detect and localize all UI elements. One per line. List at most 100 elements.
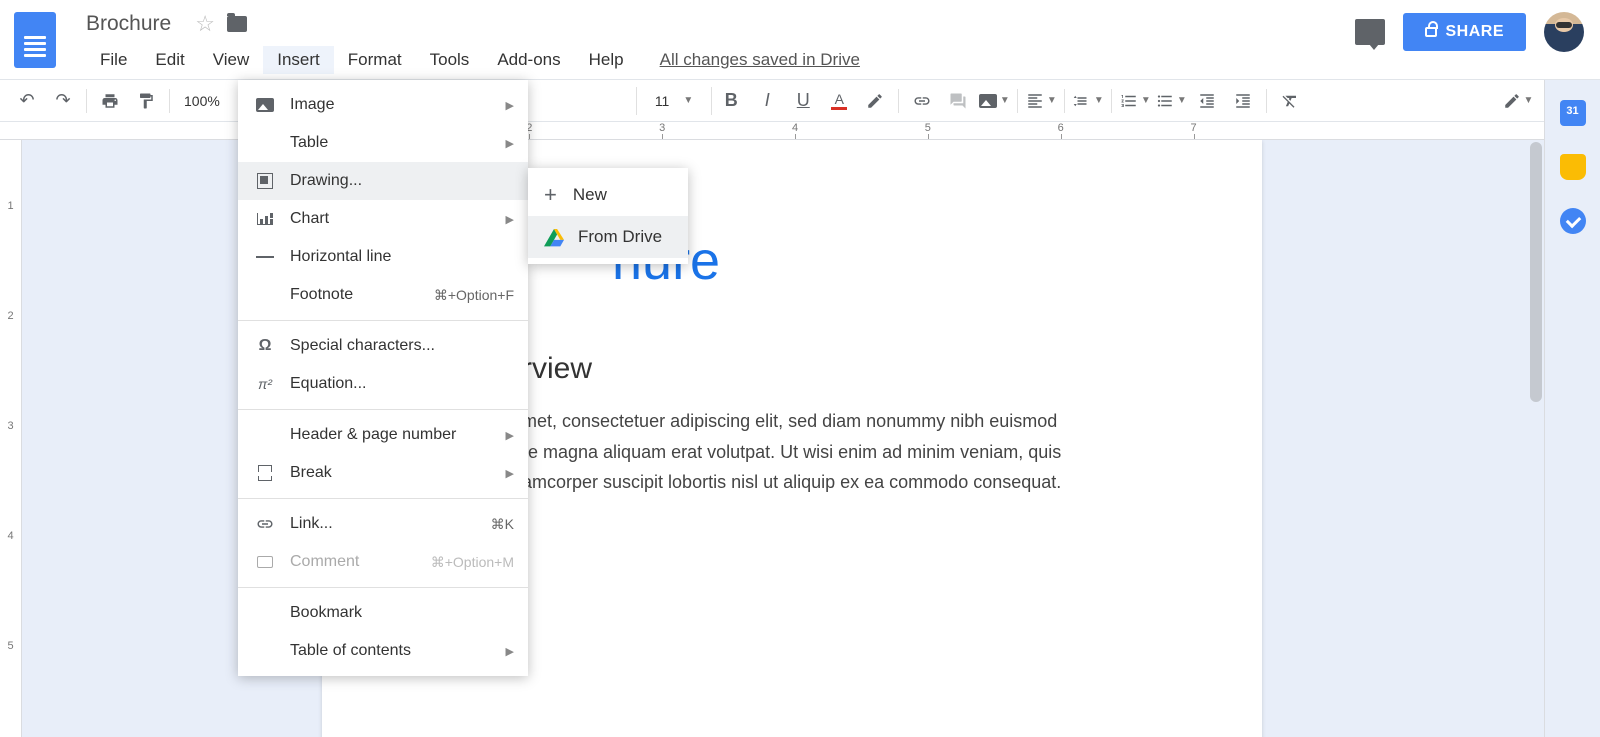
tasks-icon[interactable] xyxy=(1560,208,1586,234)
arrow-right-icon: ▶ xyxy=(506,645,514,658)
editing-mode-button[interactable]: ▼ xyxy=(1501,85,1535,117)
menu-insert[interactable]: Insert xyxy=(263,46,334,74)
menu-file[interactable]: File xyxy=(86,46,141,74)
menu-edit[interactable]: Edit xyxy=(141,46,198,74)
shortcut-text: ⌘+Option+M xyxy=(431,554,514,571)
underline-button[interactable]: U xyxy=(786,85,820,117)
menu-separator xyxy=(238,587,528,588)
vruler-mark: 2 xyxy=(0,310,21,311)
menubar: File Edit View Insert Format Tools Add-o… xyxy=(86,46,860,74)
arrow-right-icon: ▶ xyxy=(506,213,514,226)
image-icon xyxy=(979,94,997,108)
drawing-submenu: + New From Drive xyxy=(528,168,688,264)
vertical-ruler[interactable]: 1 2 3 4 5 xyxy=(0,140,22,737)
increase-indent-button[interactable] xyxy=(1226,85,1260,117)
user-avatar[interactable] xyxy=(1544,12,1584,52)
calendar-icon[interactable] xyxy=(1560,100,1586,126)
toolbar-separator xyxy=(1111,89,1112,113)
chevron-down-icon: ▼ xyxy=(683,95,693,106)
chart-icon xyxy=(252,213,278,225)
chevron-down-icon: ▼ xyxy=(1047,95,1057,106)
menu-item-chart[interactable]: Chart ▶ xyxy=(238,200,528,238)
document-title[interactable]: Brochure xyxy=(86,12,171,36)
toolbar-separator xyxy=(1017,89,1018,113)
menu-item-table-of-contents[interactable]: Table of contents ▶ xyxy=(238,632,528,670)
align-button[interactable]: ▼ xyxy=(1024,85,1058,117)
italic-button[interactable]: I xyxy=(750,85,784,117)
line-spacing-button[interactable]: ▼ xyxy=(1071,85,1105,117)
menu-separator xyxy=(238,320,528,321)
menu-help[interactable]: Help xyxy=(575,46,638,74)
clear-formatting-button[interactable] xyxy=(1273,85,1307,117)
share-button[interactable]: SHARE xyxy=(1403,13,1526,51)
toolbar-separator xyxy=(169,89,170,113)
share-label: SHARE xyxy=(1445,23,1504,41)
menu-item-equation[interactable]: π² Equation... xyxy=(238,365,528,403)
menu-item-special-characters[interactable]: Ω Special characters... xyxy=(238,327,528,365)
menu-item-header-page-number[interactable]: Header & page number ▶ xyxy=(238,416,528,454)
text-color-button[interactable]: A xyxy=(822,85,856,117)
numbered-list-button[interactable]: ▼ xyxy=(1118,85,1152,117)
paint-format-button[interactable] xyxy=(129,85,163,117)
print-button[interactable] xyxy=(93,85,127,117)
menu-tools[interactable]: Tools xyxy=(416,46,484,74)
shortcut-text: ⌘+Option+F xyxy=(434,287,514,304)
save-status[interactable]: All changes saved in Drive xyxy=(660,50,860,70)
font-size-select[interactable]: 11 ▼ xyxy=(636,87,712,115)
arrow-right-icon: ▶ xyxy=(506,467,514,480)
submenu-label: New xyxy=(573,185,607,205)
comments-icon[interactable] xyxy=(1355,19,1385,45)
menu-separator xyxy=(238,409,528,410)
keep-icon[interactable] xyxy=(1560,154,1586,180)
menu-view[interactable]: View xyxy=(199,46,264,74)
highlight-button[interactable] xyxy=(858,85,892,117)
chevron-down-icon: ▼ xyxy=(1177,95,1187,106)
folder-icon[interactable] xyxy=(227,16,247,32)
arrow-right-icon: ▶ xyxy=(506,137,514,150)
ruler-mark: 5 xyxy=(925,122,931,134)
zoom-select[interactable]: 100% xyxy=(176,93,228,109)
insert-link-button[interactable] xyxy=(905,85,939,117)
shortcut-text: ⌘K xyxy=(491,516,514,533)
menu-item-drawing[interactable]: Drawing... xyxy=(238,162,528,200)
vruler-mark: 4 xyxy=(0,530,21,531)
menu-item-link[interactable]: Link... ⌘K xyxy=(238,505,528,543)
undo-button[interactable]: ↶ xyxy=(10,85,44,117)
menu-addons[interactable]: Add-ons xyxy=(483,46,574,74)
menu-item-footnote[interactable]: Footnote ⌘+Option+F xyxy=(238,276,528,314)
image-icon xyxy=(252,98,278,112)
chevron-down-icon: ▼ xyxy=(1000,95,1010,106)
font-size-value: 11 xyxy=(655,93,670,109)
menu-item-break[interactable]: Break ▶ xyxy=(238,454,528,492)
submenu-item-from-drive[interactable]: From Drive xyxy=(528,216,688,258)
lock-icon xyxy=(1425,27,1437,37)
menu-item-table[interactable]: Table ▶ xyxy=(238,124,528,162)
vruler-mark: 1 xyxy=(0,200,21,201)
decrease-indent-button[interactable] xyxy=(1190,85,1224,117)
menu-item-image[interactable]: Image ▶ xyxy=(238,86,528,124)
right-sidebar xyxy=(1544,80,1600,737)
submenu-item-new[interactable]: + New xyxy=(528,174,688,216)
redo-button[interactable]: ↷ xyxy=(46,85,80,117)
app-header: Brochure ☆ File Edit View Insert Format … xyxy=(0,0,1600,80)
plus-icon: + xyxy=(544,182,557,208)
menu-format[interactable]: Format xyxy=(334,46,416,74)
doc-heading-2[interactable]: rview xyxy=(432,352,1152,386)
toolbar-separator xyxy=(1064,89,1065,113)
insert-menu-dropdown: Image ▶ Table ▶ Drawing... Chart ▶ Horiz… xyxy=(238,80,528,676)
menu-item-horizontal-line[interactable]: Horizontal line xyxy=(238,238,528,276)
menu-item-comment: Comment ⌘+Option+M xyxy=(238,543,528,581)
menu-item-bookmark[interactable]: Bookmark xyxy=(238,594,528,632)
drawing-icon xyxy=(252,173,278,189)
pi-icon: π² xyxy=(252,376,278,392)
doc-paragraph[interactable]: met, consectetuer adipiscing elit, sed d… xyxy=(432,406,1152,498)
ruler-mark: 4 xyxy=(792,122,798,134)
insert-image-button[interactable]: ▼ xyxy=(977,85,1011,117)
insert-comment-button[interactable] xyxy=(941,85,975,117)
star-icon[interactable]: ☆ xyxy=(195,11,215,37)
scrollbar-thumb[interactable] xyxy=(1530,142,1542,402)
bulleted-list-button[interactable]: ▼ xyxy=(1154,85,1188,117)
bold-button[interactable]: B xyxy=(714,85,748,117)
docs-app-icon[interactable] xyxy=(14,12,56,68)
hline-icon xyxy=(252,256,278,258)
